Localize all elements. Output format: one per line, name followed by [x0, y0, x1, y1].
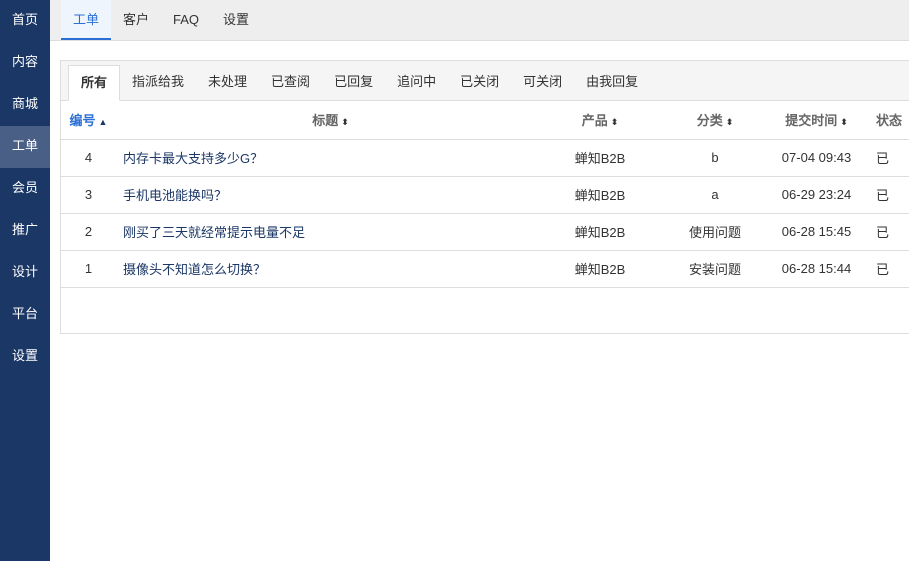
sidebar-item-settings[interactable]: 设置	[0, 336, 50, 378]
col-time-label: 提交时间	[785, 113, 838, 129]
ticket-time: 06-29 23:24	[775, 176, 858, 214]
filter-replied-by-me[interactable]: 由我回复	[574, 65, 650, 100]
col-category-label: 分类	[696, 113, 723, 129]
sidebar-item-home[interactable]: 首页	[0, 0, 50, 42]
ticket-category: b	[655, 139, 775, 177]
ticket-status: 已	[858, 213, 909, 251]
filter-closed[interactable]: 已关闭	[448, 65, 511, 100]
ticket-id: 2	[61, 213, 116, 251]
col-product[interactable]: 产品 ⬍	[545, 101, 655, 140]
status-filter-tabs: 所有 指派给我 未处理 已查阅 已回复 追问中 已关闭 可关闭 由我回复	[61, 61, 909, 101]
table-row: 2 刚买了三天就经常提示电量不足 蝉知B2B 使用问题 06-28 15:45 …	[61, 213, 909, 251]
sidebar-item-content[interactable]: 内容	[0, 42, 50, 84]
col-id-label: 编号	[69, 113, 96, 129]
filter-assigned-to-me[interactable]: 指派给我	[120, 65, 196, 100]
table-header: 编号 ▲ 标题 ⬍ 产品 ⬍ 分类 ⬍ 提交时间 ⬍ 状态	[61, 101, 909, 140]
col-id[interactable]: 编号 ▲	[61, 101, 116, 140]
sort-icon: ⬍	[341, 117, 349, 128]
table-row: 3 手机电池能换吗？ 蝉知B2B a 06-29 23:24 已	[61, 176, 909, 214]
ticket-title-link[interactable]: 摄像头不知道怎么切换？	[123, 262, 266, 277]
col-title[interactable]: 标题 ⬍	[116, 101, 545, 140]
ticket-title: 摄像头不知道怎么切换？	[116, 250, 545, 288]
filter-closable[interactable]: 可关闭	[511, 65, 574, 100]
sidebar-item-tickets[interactable]: 工单	[0, 126, 50, 168]
ticket-category: 使用问题	[655, 213, 775, 251]
ticket-product: 蝉知B2B	[545, 176, 655, 214]
top-nav: 工单 客户 FAQ 设置	[50, 0, 909, 41]
sort-icon: ⬍	[840, 117, 848, 128]
col-title-label: 标题	[312, 113, 339, 129]
tab-customers[interactable]: 客户	[111, 0, 161, 40]
ticket-product: 蝉知B2B	[545, 139, 655, 177]
ticket-title: 刚买了三天就经常提示电量不足	[116, 213, 545, 251]
sidebar-item-platform[interactable]: 平台	[0, 294, 50, 336]
filter-all[interactable]: 所有	[68, 65, 121, 101]
ticket-time: 06-28 15:45	[775, 213, 858, 251]
sidebar-item-members[interactable]: 会员	[0, 168, 50, 210]
ticket-title-link[interactable]: 手机电池能换吗？	[123, 188, 227, 203]
table-row: 1 摄像头不知道怎么切换？ 蝉知B2B 安装问题 06-28 15:44 已	[61, 250, 909, 288]
ticket-title-link[interactable]: 内存卡最大支持多少G？	[123, 151, 263, 166]
ticket-title: 手机电池能换吗？	[116, 176, 545, 214]
ticket-product: 蝉知B2B	[545, 250, 655, 288]
ticket-id: 4	[61, 139, 116, 177]
filter-viewed[interactable]: 已查阅	[259, 65, 322, 100]
ticket-status: 已	[858, 250, 909, 288]
ticket-category: 安装问题	[655, 250, 775, 288]
table-row: 4 内存卡最大支持多少G？ 蝉知B2B b 07-04 09:43 已	[61, 139, 909, 177]
tab-tickets[interactable]: 工单	[61, 0, 112, 40]
ticket-title: 内存卡最大支持多少G？	[116, 139, 545, 177]
tab-settings[interactable]: 设置	[211, 0, 261, 40]
sidebar-item-promotion[interactable]: 推广	[0, 210, 50, 252]
col-time[interactable]: 提交时间 ⬍	[775, 101, 858, 140]
sort-asc-icon: ▲	[98, 117, 108, 128]
col-category[interactable]: 分类 ⬍	[655, 101, 775, 140]
ticket-time: 07-04 09:43	[775, 139, 858, 177]
ticket-category: a	[655, 176, 775, 214]
tab-faq[interactable]: FAQ	[161, 0, 211, 40]
sidebar: 首页 内容 商城 工单 会员 推广 设计 平台 设置	[0, 0, 50, 561]
sort-icon: ⬍	[610, 117, 619, 128]
sidebar-item-design[interactable]: 设计	[0, 252, 50, 294]
col-product-label: 产品	[581, 113, 608, 129]
ticket-status: 已	[858, 176, 909, 214]
col-status[interactable]: 状态	[858, 101, 909, 140]
col-status-label: 状态	[876, 113, 903, 129]
ticket-id: 1	[61, 250, 116, 288]
filter-follow-up[interactable]: 追问中	[385, 65, 448, 100]
filter-replied[interactable]: 已回复	[322, 65, 385, 100]
ticket-title-link[interactable]: 刚买了三天就经常提示电量不足	[123, 225, 305, 240]
ticket-time: 06-28 15:44	[775, 250, 858, 288]
sort-icon: ⬍	[725, 117, 734, 128]
tickets-panel: 所有 指派给我 未处理 已查阅 已回复 追问中 已关闭 可关闭 由我回复 编号 ▲…	[60, 60, 909, 334]
sidebar-item-shop[interactable]: 商城	[0, 84, 50, 126]
ticket-id: 3	[61, 176, 116, 214]
filter-unprocessed[interactable]: 未处理	[196, 65, 259, 100]
ticket-status: 已	[858, 139, 909, 177]
tickets-table: 编号 ▲ 标题 ⬍ 产品 ⬍ 分类 ⬍ 提交时间 ⬍ 状态 4 内存卡最大支持多少G？ 蝉…	[61, 101, 909, 288]
ticket-product: 蝉知B2B	[545, 213, 655, 251]
